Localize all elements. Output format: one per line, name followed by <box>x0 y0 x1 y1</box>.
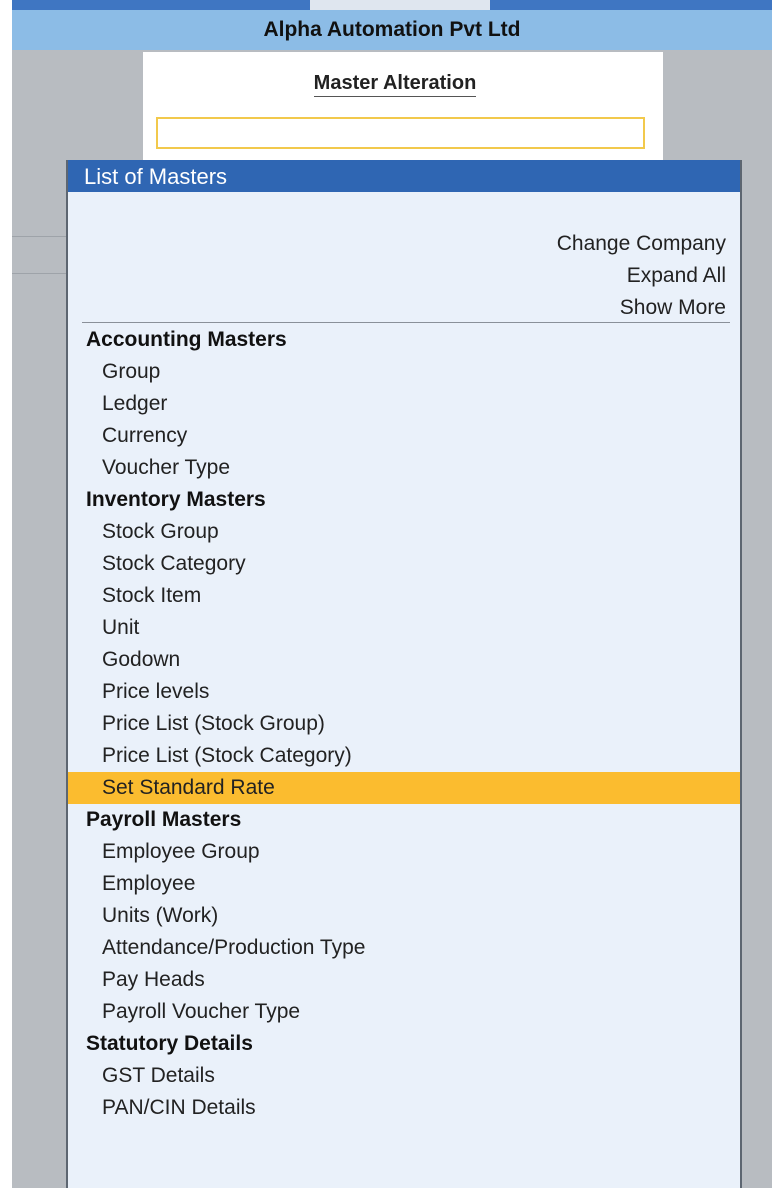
list-item-stock-category[interactable]: Stock Category <box>68 548 740 580</box>
list-item-ledger[interactable]: Ledger <box>68 388 740 420</box>
list-item-attendance-production-type[interactable]: Attendance/Production Type <box>68 932 740 964</box>
list-of-masters-header: List of Masters <box>68 160 740 192</box>
list-of-masters-panel: List of Masters Change Company Expand Al… <box>66 160 742 1188</box>
list-item-employee-group[interactable]: Employee Group <box>68 836 740 868</box>
list-item-group[interactable]: Group <box>68 356 740 388</box>
list-item-stock-group[interactable]: Stock Group <box>68 516 740 548</box>
company-name: Alpha Automation Pvt Ltd <box>263 18 521 41</box>
list-item-price-levels[interactable]: Price levels <box>68 676 740 708</box>
list-item-payroll-voucher-type[interactable]: Payroll Voucher Type <box>68 996 740 1028</box>
section-inventory-masters: Inventory Masters <box>86 488 266 511</box>
list-item-stock-item[interactable]: Stock Item <box>68 580 740 612</box>
master-alteration-panel: Master Alteration <box>143 52 663 160</box>
section-payroll-masters: Payroll Masters <box>86 808 242 831</box>
divider <box>12 236 68 237</box>
list-item-price-list-stock-category[interactable]: Price List (Stock Category) <box>68 740 740 772</box>
list-item-price-list-stock-group[interactable]: Price List (Stock Group) <box>68 708 740 740</box>
list-item-gst-details[interactable]: GST Details <box>68 1060 740 1092</box>
list-item-employee[interactable]: Employee <box>68 868 740 900</box>
list-actions: Change Company Expand All Show More <box>557 228 726 324</box>
section-accounting-masters: Accounting Masters <box>86 328 287 351</box>
list-item-pay-heads[interactable]: Pay Heads <box>68 964 740 996</box>
masters-list: Accounting Masters Group Ledger Currency… <box>68 324 740 1124</box>
expand-all-button[interactable]: Expand All <box>557 260 726 292</box>
section-statutory-details: Statutory Details <box>86 1032 253 1055</box>
list-item-pan-cin-details[interactable]: PAN/CIN Details <box>68 1092 740 1124</box>
top-strip-gap <box>310 0 490 10</box>
list-item-units-work[interactable]: Units (Work) <box>68 900 740 932</box>
list-item-unit[interactable]: Unit <box>68 612 740 644</box>
change-company-button[interactable]: Change Company <box>557 228 726 260</box>
list-item-voucher-type[interactable]: Voucher Type <box>68 452 740 484</box>
company-title-bar: Alpha Automation Pvt Ltd <box>12 10 772 50</box>
list-item-godown[interactable]: Godown <box>68 644 740 676</box>
master-alteration-title: Master Alteration <box>143 72 647 97</box>
list-separator <box>82 322 730 323</box>
divider <box>12 273 68 274</box>
master-name-input[interactable] <box>156 117 645 149</box>
list-item-currency[interactable]: Currency <box>68 420 740 452</box>
list-item-set-standard-rate[interactable]: Set Standard Rate <box>68 772 740 804</box>
show-more-button[interactable]: Show More <box>557 292 726 324</box>
